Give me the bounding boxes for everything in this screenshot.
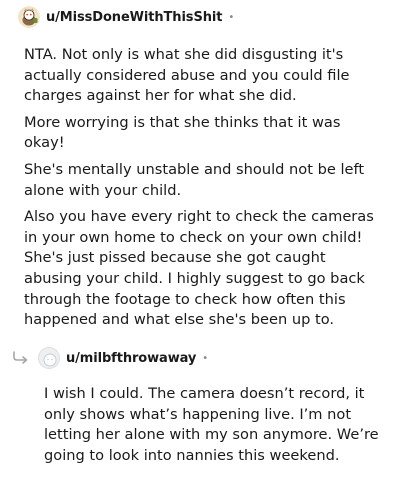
comment-body: I wish I could. The camera doesn’t recor…: [44, 384, 384, 466]
username[interactable]: u/MissDoneWithThisShit: [46, 10, 222, 25]
reply-arrow-icon: [12, 351, 30, 365]
comment-paragraph: NTA. Not only is what she did disgusting…: [24, 46, 350, 105]
avatar[interactable]: [38, 347, 60, 369]
comment-header: u/milbfthrowaway •: [12, 346, 208, 370]
comment-body: NTA. Not only is what she did disgusting…: [24, 45, 384, 331]
separator-dot: •: [202, 352, 209, 364]
default-avatar-icon: [43, 353, 57, 367]
avatar[interactable]: [18, 6, 40, 28]
comment-paragraph: More worrying is that she thinks that it…: [24, 113, 341, 152]
separator-dot: •: [228, 11, 235, 23]
comment-header: u/MissDoneWithThisShit •: [18, 6, 234, 28]
snoo-avatar-icon: [18, 6, 40, 28]
username[interactable]: u/milbfthrowaway: [66, 351, 196, 366]
comment-paragraph: Also you have every right to check the c…: [24, 208, 374, 329]
comment-paragraph: She's mentally unstable and should not b…: [24, 160, 365, 199]
comment-paragraph: I wish I could. The camera doesn’t recor…: [44, 385, 379, 464]
